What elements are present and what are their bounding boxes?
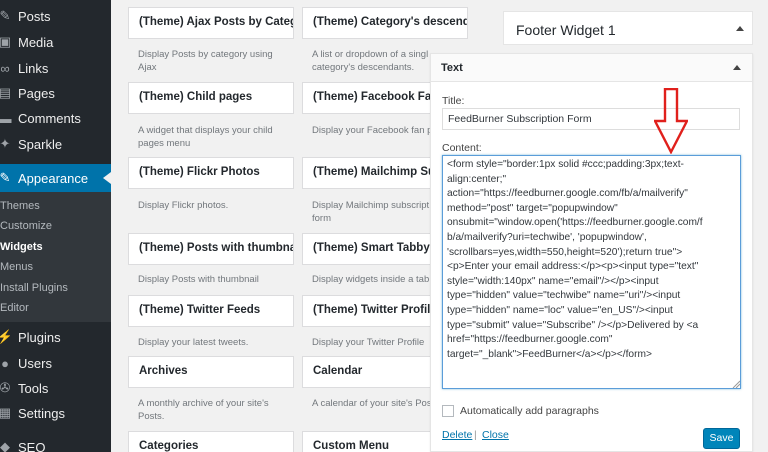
menu-users[interactable]: ● Users xyxy=(0,352,111,374)
title-input[interactable] xyxy=(442,108,740,130)
submenu-install-plugins[interactable]: Install Plugins xyxy=(0,282,68,294)
collapse-caret-icon[interactable] xyxy=(733,65,741,70)
text-widget-title: Text xyxy=(441,62,463,74)
close-link[interactable]: Close xyxy=(482,429,509,441)
wrench-icon: ✇ xyxy=(0,380,11,395)
auto-paragraphs-label: Automatically add paragraphs xyxy=(460,405,599,417)
menu-seo[interactable]: ◆ SEO xyxy=(0,436,111,452)
menu-tools[interactable]: ✇ Tools xyxy=(0,377,111,399)
title-label: Title: xyxy=(442,95,465,107)
widget-archives[interactable]: Archives xyxy=(128,356,294,388)
widget-posts-thumbnail[interactable]: (Theme) Posts with thumbnail xyxy=(128,233,294,265)
menu-media[interactable]: ▣ Media xyxy=(0,31,111,53)
content-line: style="width:140px" name="email"/></p><i… xyxy=(447,275,659,287)
content-line: <form style="border:1px solid #ccc;paddi… xyxy=(447,159,684,170)
delete-link[interactable]: Delete xyxy=(442,429,472,441)
menu-links[interactable]: ∞ Links xyxy=(0,57,111,79)
content-textarea[interactable]: <form style="border:1px solid #ccc;paddi… xyxy=(442,155,741,389)
content-line: 'scrollbars=yes,width=550,height=520');r… xyxy=(447,246,683,258)
pushpin-icon: ✎ xyxy=(0,8,11,23)
menu-settings[interactable]: ▦ Settings xyxy=(0,402,111,424)
widget-desc: Display Posts by category using Ajax xyxy=(138,49,273,73)
widget-categories[interactable]: Categories xyxy=(128,431,294,452)
content-line: target="_blank">FeedBurner</a></p></form… xyxy=(447,348,652,360)
widget-desc: Display Posts with thumbnail xyxy=(138,274,259,285)
footer-widget-area[interactable]: Footer Widget 1 xyxy=(503,11,753,45)
footer-widget-title: Footer Widget 1 xyxy=(516,22,616,38)
widget-category-descendants[interactable]: (Theme) Category's descend xyxy=(302,7,468,39)
widget-flickr-photos[interactable]: (Theme) Flickr Photos xyxy=(128,157,294,189)
menu-sparkle[interactable]: ✦ Sparkle xyxy=(0,133,111,155)
page-icon: ▤ xyxy=(0,85,12,100)
content-line: href="https://feedburner.google.com" xyxy=(447,334,613,346)
menu-comments[interactable]: ▬ Comments xyxy=(0,107,111,129)
link-separator: | xyxy=(474,429,477,441)
comment-icon: ▬ xyxy=(0,110,12,126)
link-icon: ∞ xyxy=(0,60,10,76)
content-line: action="https://feedburner.google.com/fb… xyxy=(447,188,688,200)
content-line: type="submit" value="Subscribe" /></p>De… xyxy=(447,319,699,331)
media-icon: ▣ xyxy=(0,34,12,49)
widget-desc: A monthly archive of your site's Posts. xyxy=(138,398,269,422)
content-line: onsubmit="window.open('https://feedburne… xyxy=(447,217,703,229)
save-button[interactable]: Save xyxy=(703,428,740,449)
content-line: method="post" target="popupwindow" xyxy=(447,202,618,214)
menu-appearance[interactable]: ✎ Appearance xyxy=(0,164,111,192)
collapse-caret-icon[interactable] xyxy=(736,26,744,31)
content-line: <p>Enter your email address:</p><p><inpu… xyxy=(447,261,699,273)
widget-desc: Display your latest tweets. xyxy=(138,337,249,348)
submenu-editor[interactable]: Editor xyxy=(0,302,29,314)
widget-ajax-posts[interactable]: (Theme) Ajax Posts by Catego xyxy=(128,7,294,39)
user-icon: ● xyxy=(1,355,9,371)
widget-twitter-feeds[interactable]: (Theme) Twitter Feeds xyxy=(128,295,294,327)
content-line: type="hidden" name="loc" value="en_US"/>… xyxy=(447,304,673,316)
menu-plugins[interactable]: ⚡ Plugins xyxy=(0,326,111,348)
content-line: type="hidden" value="techwibe" name="uri… xyxy=(447,290,681,302)
admin-sidebar: ✎ Posts ▣ Media ∞ Links ▤ Pages ▬ Comments ✦ S… xyxy=(0,0,111,452)
resize-grip-icon[interactable] xyxy=(732,380,740,388)
widget-desc: A widget that displays your child pages … xyxy=(138,125,273,149)
text-widget-header[interactable]: Text xyxy=(431,54,752,82)
widget-desc: Display Flickr photos. xyxy=(138,200,229,211)
content-label: Content: xyxy=(442,142,482,154)
content-line: align:center;" xyxy=(447,173,507,185)
content-line: b/a/mailverify?uri=techwibe', 'popupwind… xyxy=(447,231,647,243)
seo-icon: ◆ xyxy=(0,439,10,452)
red-down-arrow-icon xyxy=(654,88,688,154)
widget-child-pages[interactable]: (Theme) Child pages xyxy=(128,82,294,114)
submenu-themes[interactable]: Themes xyxy=(0,200,40,212)
auto-paragraphs-checkbox[interactable] xyxy=(442,405,454,417)
menu-posts[interactable]: ✎ Posts xyxy=(0,5,111,27)
sparkle-icon: ✦ xyxy=(0,136,11,151)
plugin-icon: ⚡ xyxy=(0,329,14,344)
brush-icon: ✎ xyxy=(0,170,11,185)
submenu-customize[interactable]: Customize xyxy=(0,220,52,232)
settings-icon: ▦ xyxy=(0,405,12,420)
menu-pages[interactable]: ▤ Pages xyxy=(0,82,111,104)
submenu-widgets[interactable]: Widgets xyxy=(0,241,43,253)
submenu-menus[interactable]: Menus xyxy=(0,261,33,273)
